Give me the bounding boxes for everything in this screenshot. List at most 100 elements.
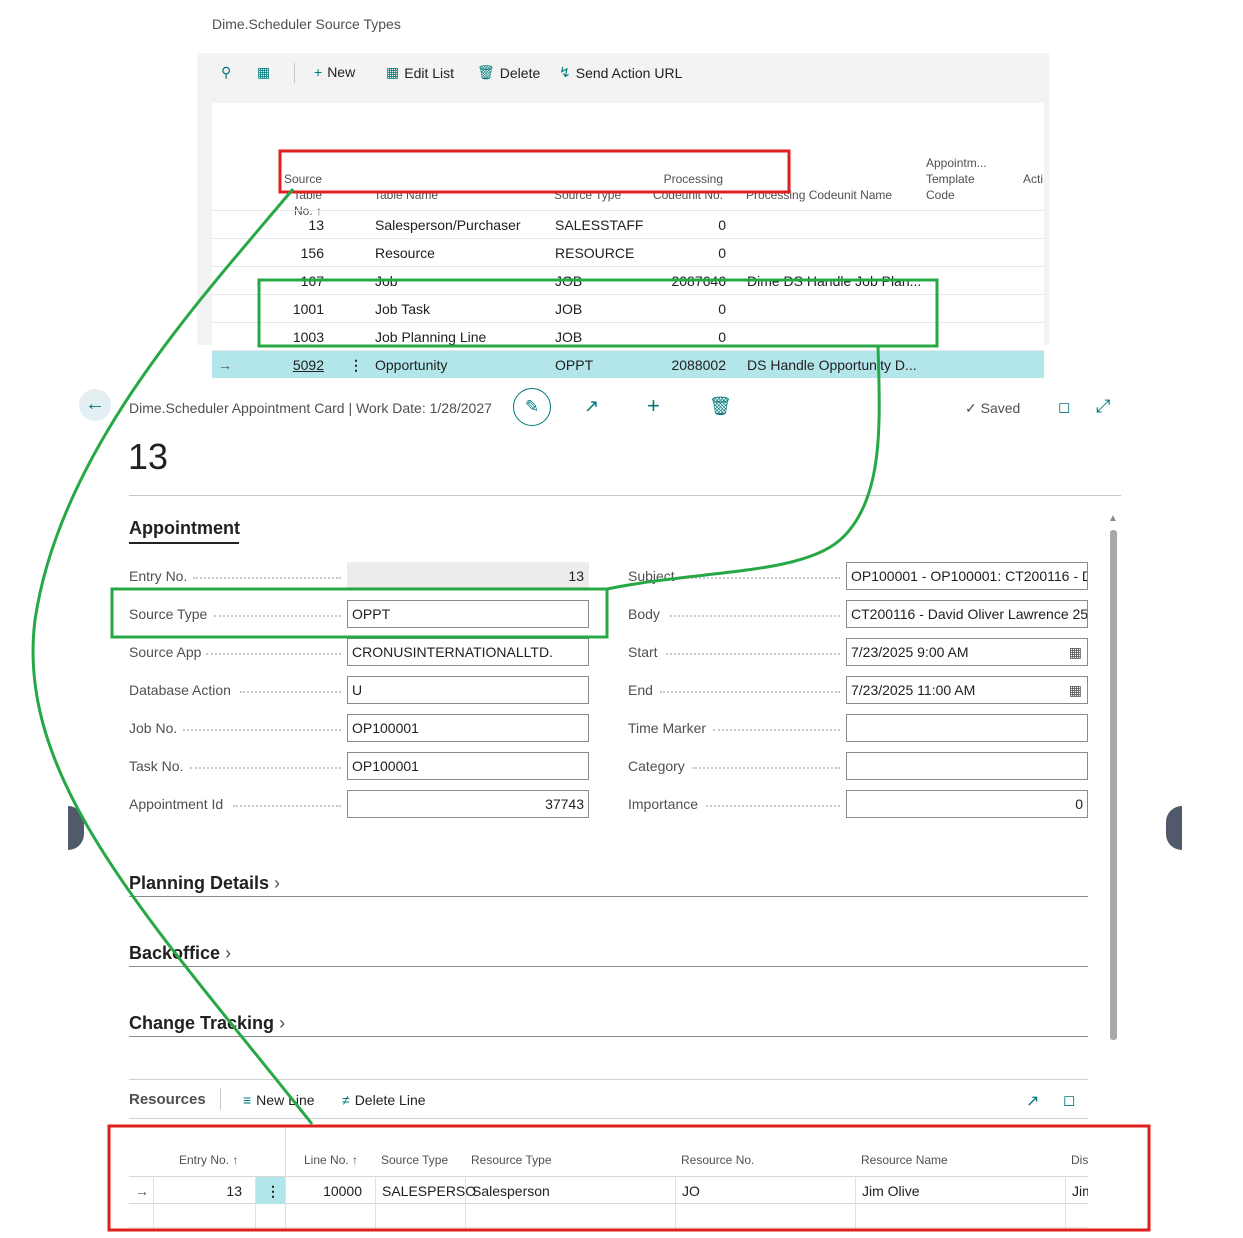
appointment-id-label: Appointment Id [129,796,224,812]
calendar-icon[interactable]: ▦ [1069,644,1082,661]
table-row-selected[interactable]: → 5092 ⋮ Opportunity OPPT 2088002 DS Han… [212,350,1044,378]
col-line-no[interactable]: Line No. ↑ [304,1153,358,1167]
next-record-handle[interactable] [1166,806,1182,850]
source-table-no-link[interactable]: 5092 [262,357,324,373]
edit-list-button[interactable]: ▦ Edit List [386,64,454,81]
check-icon: ✓ [965,400,977,416]
category-field[interactable] [846,752,1088,780]
col-source-type[interactable]: Source Type [381,1153,448,1167]
green-connector-line [606,345,881,591]
start-field[interactable]: 7/23/2025 9:00 AM ▦ [846,638,1088,666]
database-action-field[interactable]: U [347,676,589,704]
share-icon[interactable]: ↗ [584,396,599,417]
calendar-icon[interactable]: ▦ [1069,682,1082,699]
source-app-label: Source App [129,644,202,660]
delete-line-button[interactable]: ≠ Delete Line [342,1092,426,1108]
source-type-label: Source Type [129,606,208,622]
entry-no-cell[interactable]: 13 [160,1183,242,1199]
col-processing-codeunit-no[interactable]: Processing Codeunit No. [649,171,723,203]
table-row[interactable]: 1001 Job Task JOB 0 [212,294,1044,322]
col-resource-type[interactable]: Resource Type [471,1153,552,1167]
resource-name-cell[interactable]: Jim Olive [862,1183,920,1199]
trash-icon[interactable]: 🗑 [709,396,732,417]
edit-pencil-icon[interactable]: ✎ [513,388,551,426]
share-icon[interactable]: ↗ [1026,1091,1039,1111]
filter-pane-icon[interactable]: ▦ [257,64,270,81]
chevron-right-icon: › [225,943,232,963]
category-label: Category [628,758,685,774]
delete-button[interactable]: 🗑 Delete [477,64,540,81]
appointment-id-field[interactable]: 37743 [347,790,589,818]
new-line-icon: ≡ [243,1092,252,1108]
open-new-window-icon[interactable]: ◻ [1063,1091,1075,1109]
entry-no-field: 13 [347,562,589,590]
col-resource-no[interactable]: Resource No. [681,1153,754,1167]
back-arrow-icon[interactable]: ← [79,389,111,421]
time-marker-field[interactable] [846,714,1088,742]
source-app-field[interactable]: CRONUSINTERNATIONALLTD. [347,638,589,666]
table-row[interactable]: 13 Salesperson/Purchaser SALESSTAFF 0 [212,210,1044,238]
page-title: 13 [128,436,169,477]
start-label: Start [628,644,658,660]
delete-line-icon: ≠ [342,1092,350,1108]
new-line-button[interactable]: ≡ New Line [243,1092,315,1108]
table-row[interactable]: 156 Resource RESOURCE 0 [212,238,1044,266]
line-no-cell[interactable]: 10000 [290,1183,362,1199]
chevron-right-icon: › [274,873,281,893]
col-source-type[interactable]: Source Type [554,187,621,203]
saved-status: ✓ Saved [965,400,1021,416]
job-no-label: Job No. [129,720,178,736]
job-no-field[interactable]: OP100001 [347,714,589,742]
previous-record-handle[interactable] [68,806,84,850]
row-arrow-icon: → [135,1183,149,1199]
subject-field[interactable]: OP100001 - OP100001: CT200116 - D [846,562,1088,590]
fasttab-change-tracking[interactable]: Change Tracking › [129,1013,285,1034]
new-button[interactable]: + New [314,64,355,80]
col-dis[interactable]: Dis [1071,1153,1088,1167]
table-row[interactable]: 167 Job JOB 2087646 Dime DS Handle Job P… [212,266,1044,294]
end-label: End [628,682,653,698]
open-new-window-icon[interactable]: ◻ [1058,398,1070,416]
source-type-cell[interactable]: SALESPERSO [382,1183,476,1199]
section-appointment[interactable]: Appointment [129,518,240,539]
source-types-list: ⚲ ▦ + New ▦ Edit List 🗑 Delete ↯ Send Action… [197,53,1049,378]
list-page-title: Dime.Scheduler Source Types [212,16,401,32]
task-no-field[interactable]: OP100001 [347,752,589,780]
task-no-label: Task No. [129,758,184,774]
edit-list-icon: ▦ [386,64,400,80]
scroll-up-icon[interactable]: ▲ [1108,513,1118,524]
dis-cell[interactable]: Jim [1072,1183,1088,1199]
fasttab-backoffice[interactable]: Backoffice › [129,943,231,964]
search-icon[interactable]: ⚲ [221,64,231,81]
card-caption: Dime.Scheduler Appointment Card | Work D… [129,400,492,416]
resources-part-title: Resources [129,1091,206,1108]
send-action-url-button[interactable]: ↯ Send Action URL [559,64,682,81]
trash-icon: 🗑 [477,64,495,80]
source-types-table: Source Table No. ↑ Table Name Source Type… [212,103,1044,378]
row-menu-icon[interactable]: ⋮ [266,1183,280,1200]
col-table-name[interactable]: Table Name [374,187,438,203]
table-row[interactable]: 1003 Job Planning Line JOB 0 [212,322,1044,350]
plus-icon: + [314,64,323,80]
col-entry-no[interactable]: Entry No. ↑ [179,1153,238,1167]
end-field[interactable]: 7/23/2025 11:00 AM ▦ [846,676,1088,704]
importance-label: Importance [628,796,699,812]
row-menu-icon[interactable]: ⋮ [349,357,363,374]
plus-icon[interactable]: + [647,393,660,419]
importance-field[interactable]: 0 [846,790,1088,818]
col-appointment-template-code[interactable]: Appointm... Template Code [926,155,987,203]
col-processing-codeunit-name[interactable]: Processing Codeunit Name [746,187,892,203]
table-row-empty[interactable] [129,1204,1088,1228]
source-type-field[interactable]: OPPT [347,600,589,628]
fasttab-planning-details[interactable]: Planning Details › [129,873,280,894]
col-resource-name[interactable]: Resource Name [861,1153,948,1167]
scrollbar[interactable] [1110,530,1117,1040]
chevron-right-icon: › [279,1013,286,1033]
expand-icon[interactable]: ⤢ [1096,396,1110,417]
database-action-label: Database Action [129,682,231,698]
resource-no-cell[interactable]: JO [682,1183,700,1199]
body-field[interactable]: CT200116 - David Oliver Lawrence 25 [846,600,1088,628]
col-action[interactable]: Acti [1023,171,1043,187]
resource-type-cell[interactable]: Salesperson [472,1183,550,1199]
entry-no-label: Entry No. [129,568,188,584]
